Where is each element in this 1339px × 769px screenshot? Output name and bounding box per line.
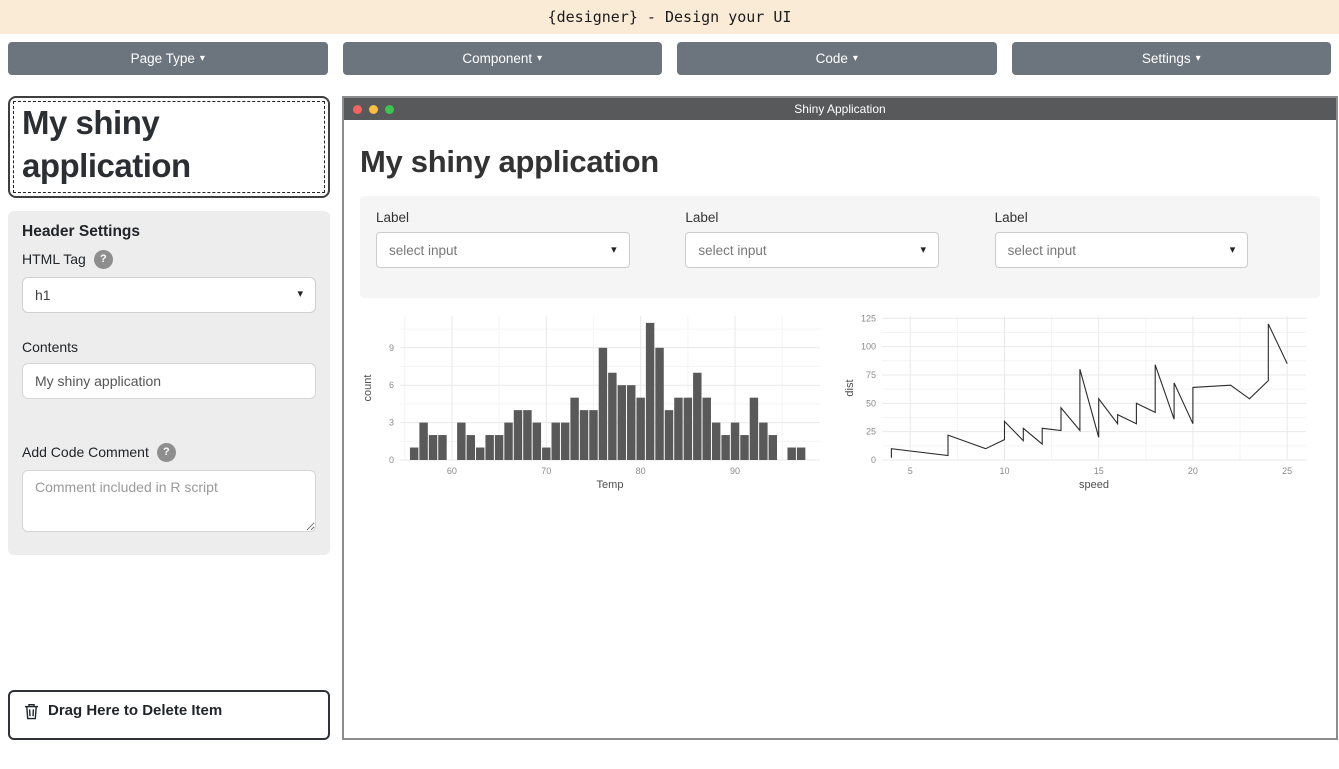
page-type-label: Page Type <box>131 51 195 66</box>
preview-window-title: Shiny Application <box>344 102 1336 116</box>
app-title: {designer} - Design your UI <box>548 8 792 26</box>
select-input-label: Label <box>995 210 1304 225</box>
svg-text:6: 6 <box>389 380 394 390</box>
chevron-down-icon: ▾ <box>1230 245 1236 256</box>
svg-text:90: 90 <box>730 466 740 476</box>
app-heading: My shiny application <box>360 144 1320 180</box>
preview-window-content: My shiny application Label select input … <box>344 120 1336 738</box>
help-icon[interactable]: ? <box>94 250 113 269</box>
chevron-down-icon: ▾ <box>611 245 617 256</box>
minimize-icon <box>369 105 378 114</box>
shiny-app-preview-window: Shiny Application My shiny application L… <box>342 96 1338 740</box>
chevron-down-icon: ▾ <box>920 245 926 256</box>
svg-text:0: 0 <box>389 455 394 465</box>
select-input-column: Label select input ▾ <box>376 210 685 268</box>
svg-text:9: 9 <box>389 343 394 353</box>
html-tag-select[interactable]: h1 ▾ <box>22 277 316 313</box>
chevron-down-icon: ▾ <box>297 289 303 300</box>
draggable-heading-item[interactable]: My shiny application <box>13 101 325 193</box>
add-code-comment-label: Add Code Comment <box>22 444 149 460</box>
preview-window-titlebar: Shiny Application <box>344 98 1336 120</box>
window-traffic-lights <box>353 105 394 114</box>
html-tag-label: HTML Tag <box>22 251 86 267</box>
svg-text:20: 20 <box>1188 466 1198 476</box>
svg-text:5: 5 <box>908 466 913 476</box>
plots-row: 60 70 80 90 0 3 6 9 Temp count 5 10 15 20 25 0 25 50 75 10… <box>360 306 1320 492</box>
svg-text:10: 10 <box>999 466 1009 476</box>
delete-drop-zone-label: Drag Here to Delete Item <box>48 702 222 719</box>
svg-text:15: 15 <box>1094 466 1104 476</box>
select-inputs-well: Label select input ▾ Label select input … <box>360 196 1320 298</box>
svg-text:3: 3 <box>389 418 394 428</box>
chevron-down-icon: ▾ <box>537 54 542 64</box>
chevron-down-icon: ▾ <box>200 54 205 64</box>
svg-text:50: 50 <box>866 398 876 408</box>
svg-text:count: count <box>362 375 374 402</box>
contents-field-label: Contents <box>22 339 316 355</box>
preview-heading-text: My shiny application <box>22 102 316 188</box>
svg-text:75: 75 <box>866 370 876 380</box>
svg-text:25: 25 <box>1282 466 1292 476</box>
select-input-value: select input <box>389 243 457 258</box>
trash-icon <box>24 703 39 720</box>
svg-text:125: 125 <box>861 313 876 323</box>
contents-input[interactable] <box>22 363 316 399</box>
main-layout: My shiny application Header Settings HTM… <box>0 96 1339 740</box>
select-input-dropdown[interactable]: select input ▾ <box>995 232 1249 268</box>
svg-text:dist: dist <box>844 379 856 396</box>
selected-component-preview[interactable]: My shiny application <box>8 96 330 198</box>
speed-dist-line-plot: 5 10 15 20 25 0 25 50 75 100 125 speed dist <box>842 306 1320 492</box>
header-settings-panel: Header Settings HTML Tag ? h1 ▾ Contents… <box>8 211 330 555</box>
svg-text:60: 60 <box>447 466 457 476</box>
add-code-comment-field-label: Add Code Comment ? <box>22 443 316 462</box>
code-comment-textarea[interactable] <box>22 470 316 532</box>
settings-label: Settings <box>1142 51 1191 66</box>
settings-dropdown-button[interactable]: Settings ▾ <box>1012 42 1332 75</box>
contents-label: Contents <box>22 339 78 355</box>
select-input-value: select input <box>698 243 766 258</box>
component-dropdown-button[interactable]: Component ▾ <box>343 42 663 75</box>
svg-text:70: 70 <box>541 466 551 476</box>
app-title-bar: {designer} - Design your UI <box>0 0 1339 34</box>
svg-text:0: 0 <box>871 455 876 465</box>
svg-text:100: 100 <box>861 342 876 352</box>
select-input-label: Label <box>376 210 685 225</box>
chevron-down-icon: ▾ <box>853 54 858 64</box>
select-input-dropdown[interactable]: select input ▾ <box>685 232 939 268</box>
select-input-column: Label select input ▾ <box>995 210 1304 268</box>
delete-drop-zone[interactable]: Drag Here to Delete Item <box>8 690 330 740</box>
code-dropdown-button[interactable]: Code ▾ <box>677 42 997 75</box>
svg-text:25: 25 <box>866 427 876 437</box>
toolbar: Page Type ▾ Component ▾ Code ▾ Settings … <box>0 34 1339 75</box>
html-tag-value: h1 <box>35 287 51 303</box>
select-input-column: Label select input ▾ <box>685 210 994 268</box>
code-label: Code <box>816 51 848 66</box>
page-type-dropdown-button[interactable]: Page Type ▾ <box>8 42 328 75</box>
close-icon <box>353 105 362 114</box>
svg-text:Temp: Temp <box>597 479 624 491</box>
maximize-icon <box>385 105 394 114</box>
html-tag-field-label: HTML Tag ? <box>22 250 316 269</box>
svg-text:80: 80 <box>636 466 646 476</box>
select-input-value: select input <box>1008 243 1076 258</box>
select-input-dropdown[interactable]: select input ▾ <box>376 232 630 268</box>
help-icon[interactable]: ? <box>157 443 176 462</box>
panel-title: Header Settings <box>22 223 316 241</box>
component-label: Component <box>462 51 532 66</box>
svg-text:speed: speed <box>1079 479 1109 491</box>
sidebar: My shiny application Header Settings HTM… <box>8 96 330 740</box>
temp-histogram-plot: 60 70 80 90 0 3 6 9 Temp count <box>360 306 834 492</box>
select-input-label: Label <box>685 210 994 225</box>
chevron-down-icon: ▾ <box>1196 54 1201 64</box>
